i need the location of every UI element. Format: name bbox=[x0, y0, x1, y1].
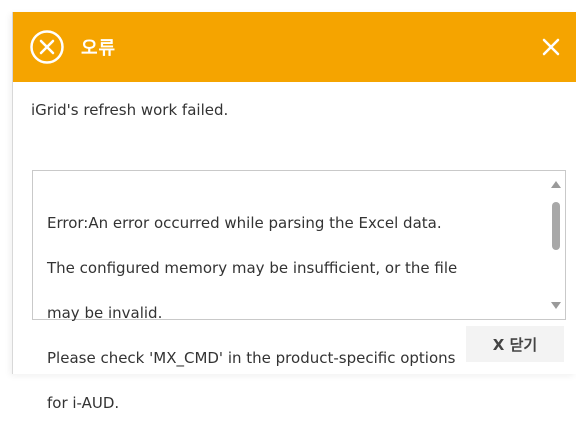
triangle-down-icon[interactable] bbox=[551, 302, 561, 309]
detail-line: Error:An error occurred while parsing th… bbox=[47, 213, 442, 232]
dialog-titlebar: 오류 bbox=[13, 12, 576, 82]
close-button[interactable]: X 닫기 bbox=[466, 326, 564, 362]
detail-line: The configured memory may be insufficien… bbox=[47, 258, 458, 277]
triangle-up-icon[interactable] bbox=[551, 181, 561, 188]
detail-line: Please check 'MX_CMD' in the product-spe… bbox=[47, 348, 456, 367]
error-dialog: 오류 iGrid's refresh work failed. Error:An… bbox=[12, 12, 576, 412]
error-message: iGrid's refresh work failed. bbox=[31, 101, 229, 119]
error-detail-box[interactable]: Error:An error occurred while parsing th… bbox=[32, 170, 566, 412]
close-x-icon[interactable] bbox=[539, 35, 563, 59]
scrollbar-thumb[interactable] bbox=[552, 202, 560, 250]
error-circle-x-icon bbox=[30, 30, 64, 64]
detail-line: for i-AUD. bbox=[47, 393, 120, 412]
detail-scrollbar[interactable] bbox=[549, 173, 563, 317]
detail-line: may be invalid. bbox=[47, 303, 163, 322]
dialog-title: 오류 bbox=[81, 38, 117, 59]
error-detail-text: Error:An error occurred while parsing th… bbox=[47, 189, 537, 437]
